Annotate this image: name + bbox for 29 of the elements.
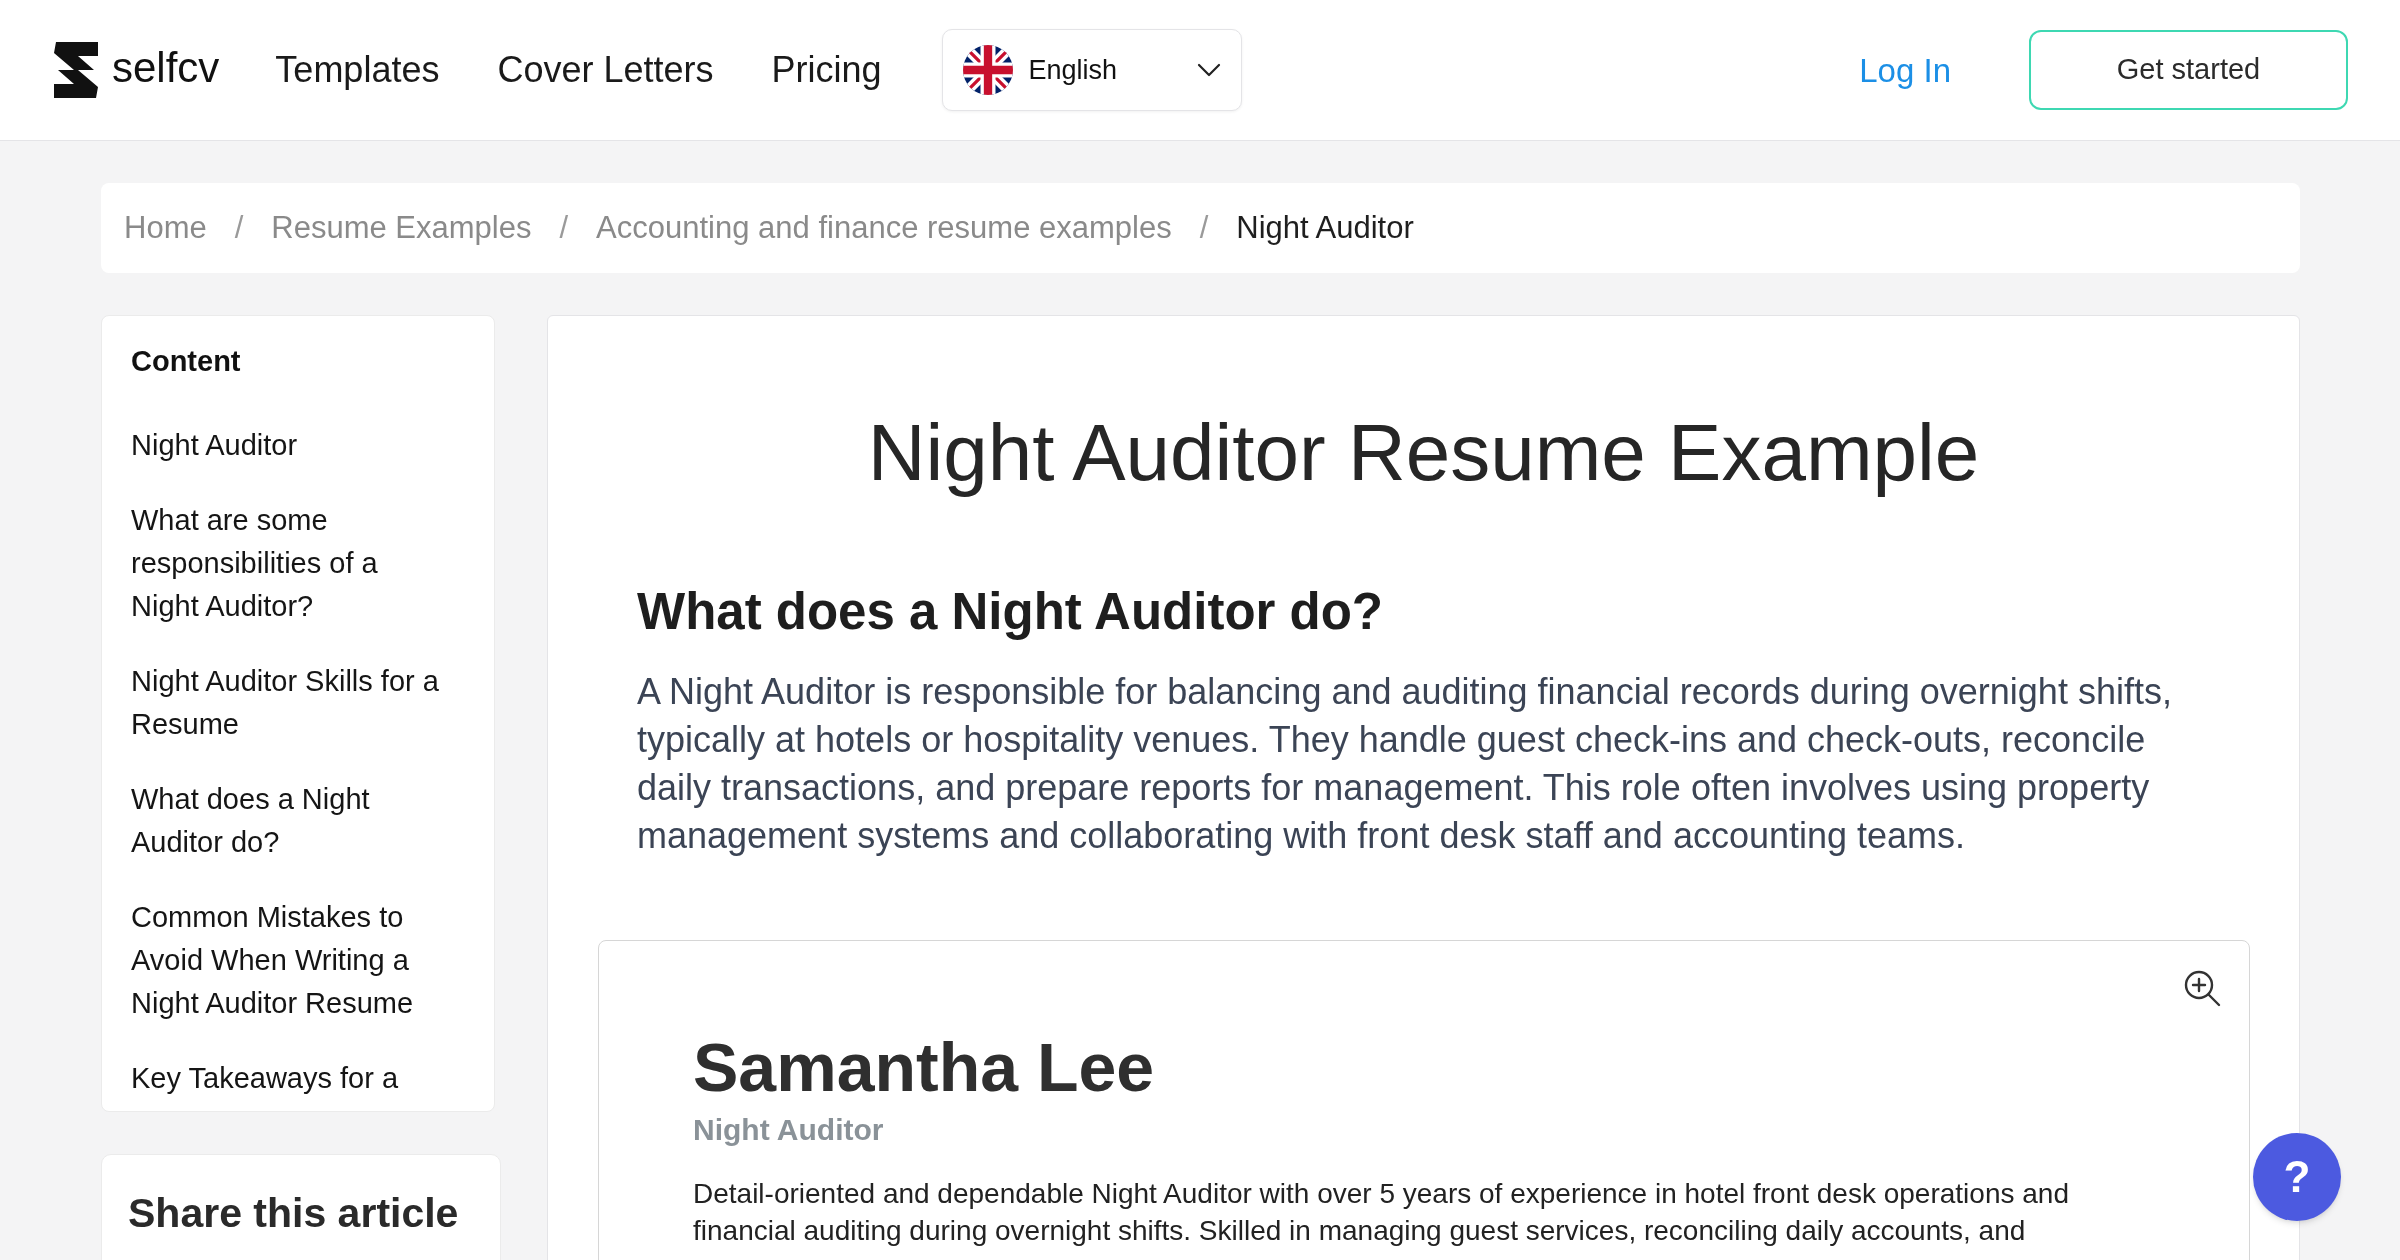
resume-name: Samantha Lee [693,1029,1156,1105]
get-started-button[interactable]: Get started [2029,30,2348,110]
language-dropdown[interactable]: English [941,29,1242,111]
chevron-down-icon [1196,63,1221,77]
article-title: Night Auditor Resume Example [866,407,1981,499]
breadcrumb-separator: / [1199,208,1209,247]
breadcrumb-item: Night Auditor [1236,208,1414,247]
nav-link[interactable]: Cover Letters [497,52,714,88]
contents-link[interactable]: Night Auditor Skills for a Resume [131,659,446,746]
section-paragraph: A Night Auditor is responsible for balancing and auditing financial records during overnight shifts, typically at hotels or hospitality venues. They handle guest check-ins and check-outs, reconcile daily transactions, and prepare reports for management. This role often involves using property management systems and collaborating with front desk staff and accounting teams. [637,669,2173,858]
contents-link[interactable]: What does a Night Auditor do? [131,777,446,864]
breadcrumb-separator: / [559,208,569,247]
contents-link[interactable]: What are some responsibilities of a Night Auditor? [131,498,446,628]
resume-summary: Detail-oriented and dependable Night Auditor with over 5 years of experience in hotel front desk operations and financial auditing during overnight shifts. Skilled in managing guest services, reconciling daily accounts, and [693,1176,2070,1248]
resume-role: Night Auditor [693,1111,885,1148]
nav-link[interactable]: Pricing [771,52,882,88]
contents-link[interactable]: Key Takeaways for a [131,1056,446,1100]
zoom-in-icon[interactable] [2183,968,2221,1007]
section-heading: What does a Night Auditor do? [637,582,1385,642]
breadcrumb-separator: / [234,208,244,247]
logo-icon[interactable] [52,42,100,98]
share-title: Share this article [128,1189,460,1238]
contents-title: Content [131,344,242,379]
uk-flag-icon [962,45,1013,95]
nav-link[interactable]: Templates [275,52,440,88]
contents-link[interactable]: Night Auditor [131,423,446,467]
logo-text[interactable]: selfcv [112,47,220,93]
contents-link[interactable]: Common Mistakes to Avoid When Writing a Night Auditor Resume [131,895,446,1025]
help-button[interactable]: ? [2253,1133,2341,1221]
